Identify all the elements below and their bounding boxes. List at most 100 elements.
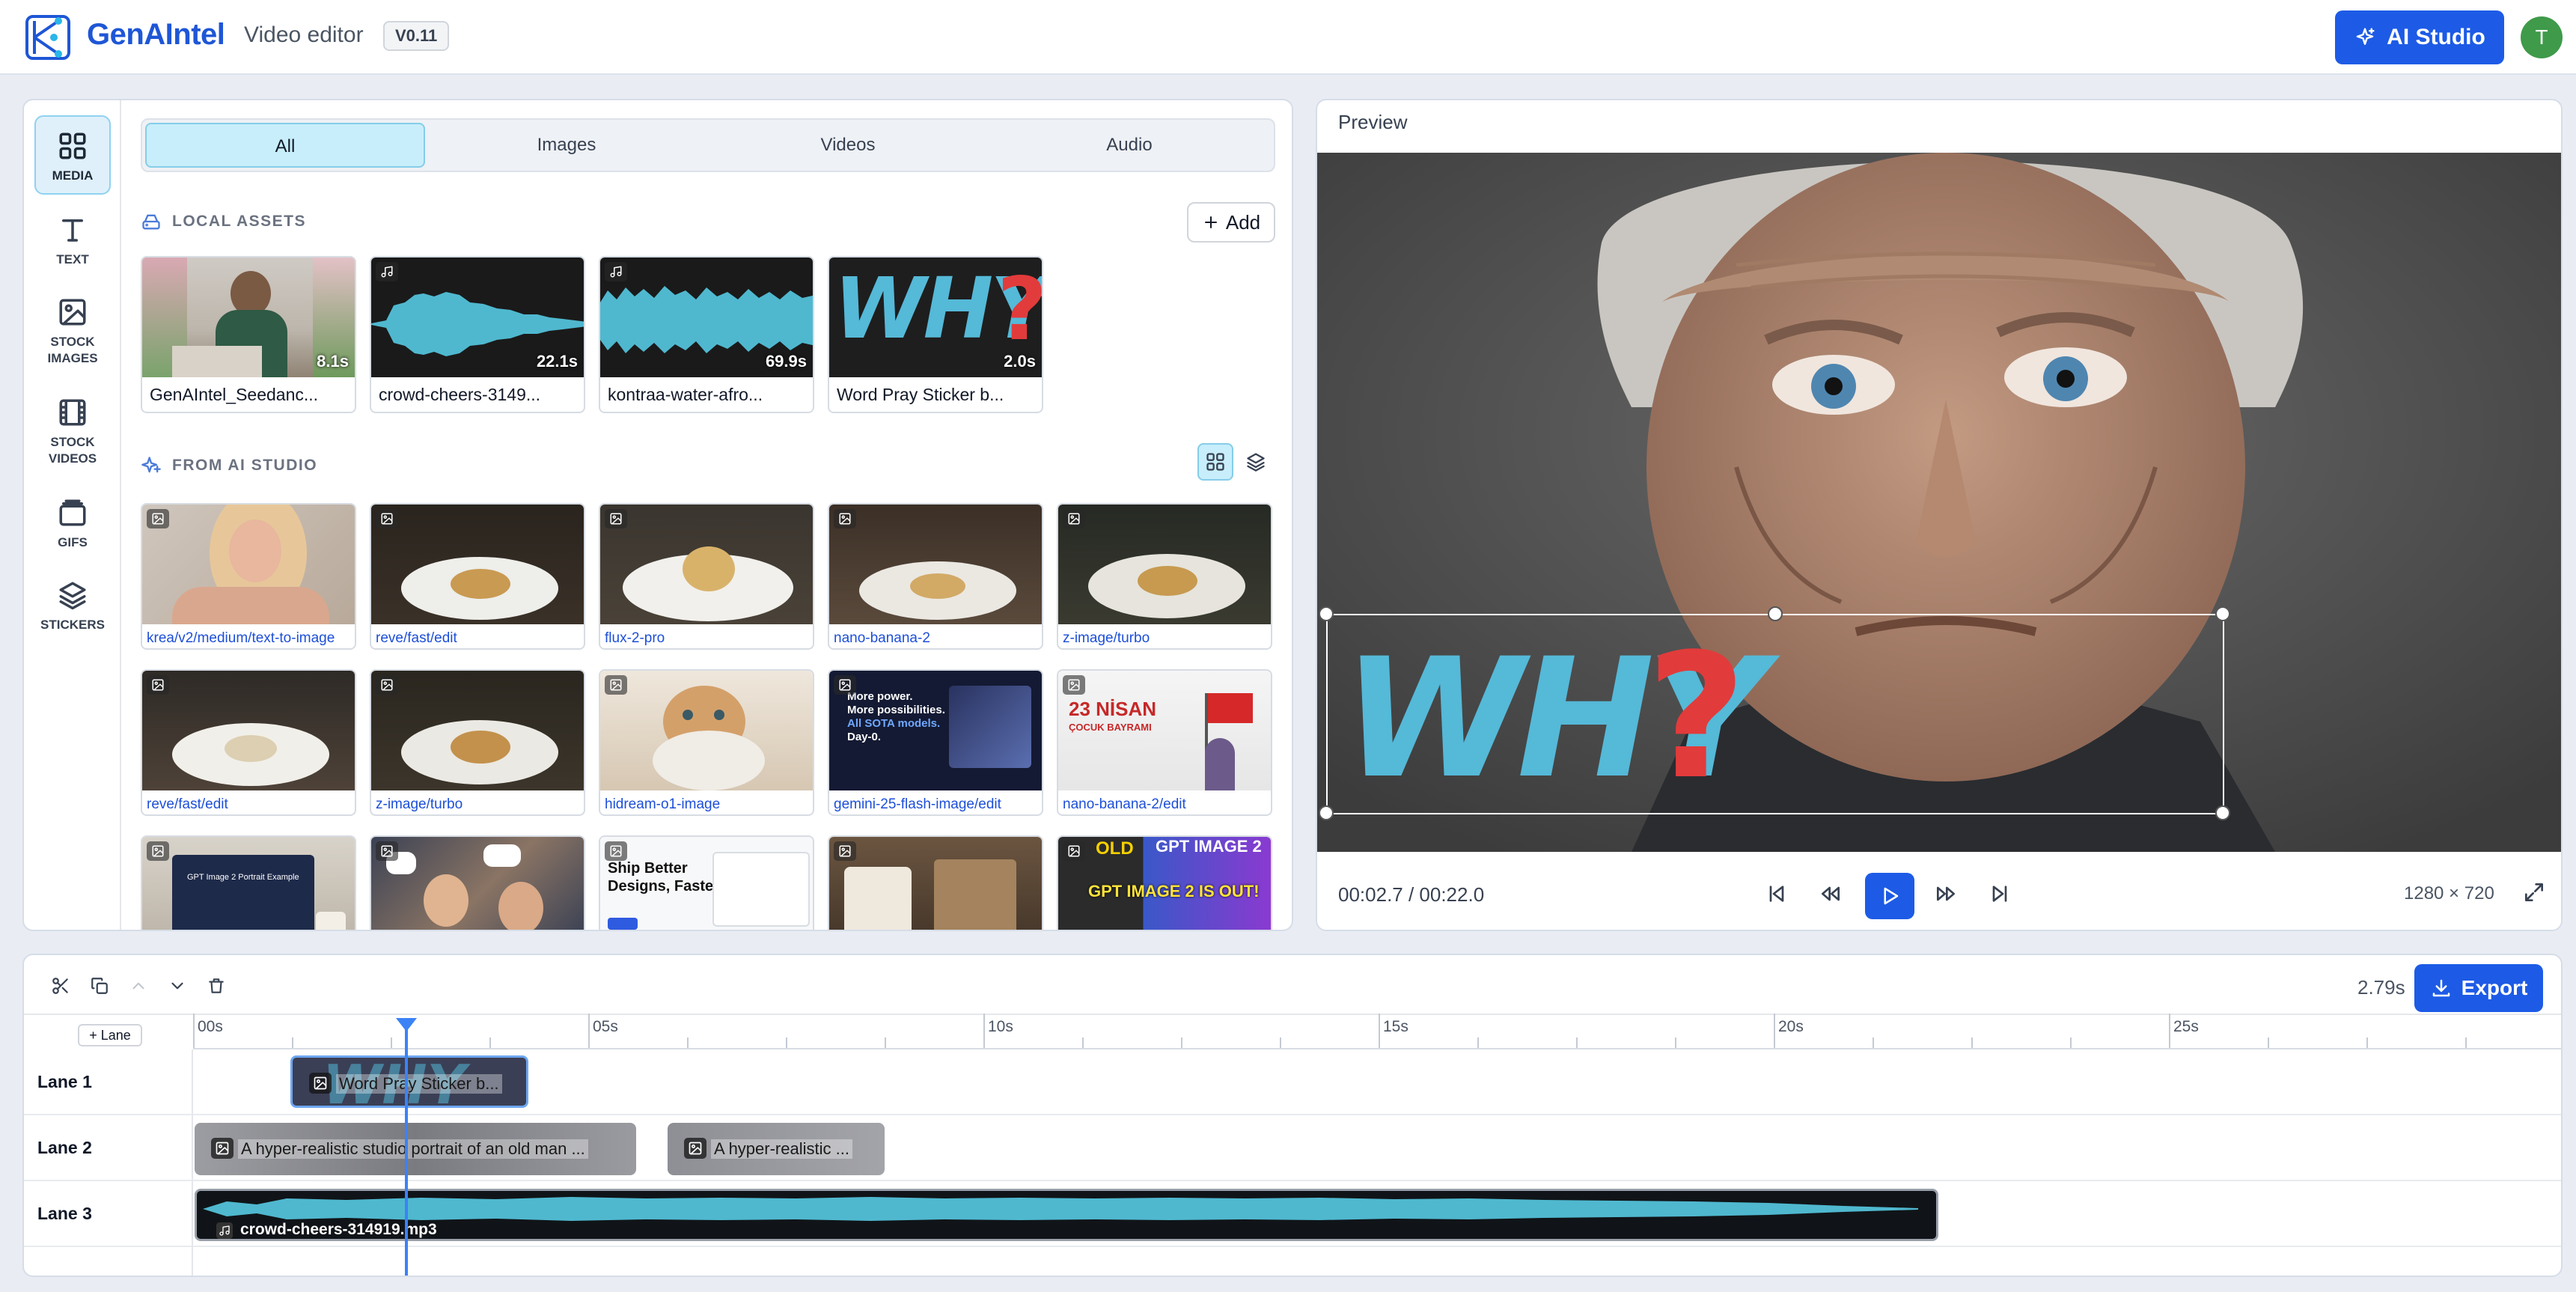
rail-item-stickers[interactable]: STICKERS [34, 573, 111, 641]
time-ruler: 00s 05s 10s 15s 20s 25s [193, 1014, 2561, 1049]
ai-asset-card[interactable]: More power. More possibilities. All SOTA… [828, 669, 1043, 816]
thumb-text: GPT IMAGE 2 IS OUT! [1088, 882, 1260, 901]
timeline-panel: 2.79s Export + Lane 00s 05s 10s 15s 20s … [22, 954, 2563, 1277]
skip-start-button[interactable] [1760, 877, 1793, 910]
clip-label: A hyper-realistic ... [711, 1139, 852, 1159]
skip-end-button[interactable] [1983, 877, 2016, 910]
tick-label: 20s [1778, 1018, 1804, 1035]
rail-item-stock-videos[interactable]: STOCK VIDEOS [34, 391, 111, 473]
ai-asset-card[interactable] [370, 835, 585, 930]
tab-audio[interactable]: Audio [989, 123, 1269, 168]
image-icon [605, 841, 627, 861]
ai-asset-card[interactable]: z-image/turbo [370, 669, 585, 816]
ai-asset-card[interactable]: 23 NİSAN ÇOCUK BAYRAMI nano-banana-2/edi… [1057, 669, 1272, 816]
ai-asset-card[interactable]: z-image/turbo [1057, 503, 1272, 650]
ai-asset-card[interactable]: Ship Better Designs, Faster. [599, 835, 814, 930]
audio-clip[interactable]: crowd-cheers-314919.mp3 [195, 1189, 1938, 1241]
asset-thumbnail [371, 671, 584, 790]
portrait-clip[interactable]: A hyper-realistic ... [668, 1123, 885, 1175]
resize-handle[interactable] [1319, 805, 1334, 820]
ai-asset-card[interactable]: reve/fast/edit [370, 503, 585, 650]
image-icon [834, 509, 856, 528]
copy-icon[interactable] [85, 972, 114, 1000]
thumb-text: Designs, Faster. [608, 878, 723, 895]
tab-videos[interactable]: Videos [708, 123, 988, 168]
trash-icon[interactable] [202, 972, 231, 1000]
local-asset-card[interactable]: 69.9s kontraa-water-afro... [599, 256, 814, 413]
ai-asset-card[interactable]: flux-2-pro [599, 503, 814, 650]
duration-label: 8.1s [317, 352, 349, 371]
fast-forward-button[interactable] [1929, 877, 1962, 910]
rail-item-media[interactable]: MEDIA [34, 115, 111, 195]
resize-handle[interactable] [2215, 606, 2230, 621]
rail-label: STOCK VIDEOS [48, 435, 97, 466]
rail-item-text[interactable]: TEXT [34, 208, 111, 275]
clip-label: crowd-cheers-314919.mp3 [239, 1221, 439, 1239]
app-subtitle: Video editor [244, 22, 364, 47]
add-lane-button[interactable]: + Lane [78, 1024, 142, 1046]
tab-all[interactable]: All [145, 123, 425, 168]
ai-asset-card[interactable]: GPT Image 2 Portrait Example [141, 835, 356, 930]
play-button[interactable] [1865, 873, 1914, 919]
ai-studio-label: AI Studio [2387, 25, 2485, 49]
fullscreen-icon[interactable] [2522, 880, 2546, 904]
portrait-clip[interactable]: A hyper-realistic studio portrait of an … [195, 1123, 636, 1175]
stack-view-button[interactable] [1238, 443, 1274, 481]
ai-asset-card[interactable]: OLD GPT IMAGE 2 GPT IMAGE 2 IS OUT! [1057, 835, 1272, 930]
text-icon [57, 214, 88, 246]
tab-images[interactable]: Images [427, 123, 706, 168]
lane-divider [192, 1049, 193, 1276]
playback-controls: 00:02.7 / 00:22.0 1280 × 720 [1317, 852, 2561, 930]
ai-asset-card[interactable]: hidream-o1-image [599, 669, 814, 816]
ai-asset-card[interactable]: krea/v2/medium/text-to-image [141, 503, 356, 650]
asset-thumbnail [371, 837, 584, 930]
model-label: flux-2-pro [605, 630, 665, 646]
ai-studio-button[interactable]: AI Studio [2335, 10, 2504, 64]
model-label: hidream-o1-image [605, 796, 721, 812]
brand-name: GenAIntel [87, 18, 225, 51]
genaintel-logo-icon [24, 13, 72, 61]
app-header: GenAIntel Video editor V0.11 AI Studio T [0, 0, 2576, 75]
ai-asset-card[interactable]: nano-banana-2 [828, 503, 1043, 650]
resize-handle[interactable] [1319, 606, 1334, 621]
layers-icon [1245, 451, 1266, 472]
add-asset-button[interactable]: Add [1187, 202, 1275, 243]
asset-thumbnail: WHY ? 2.0s [829, 258, 1042, 377]
local-assets-title: LOCAL ASSETS [172, 213, 307, 230]
grid-icon [57, 130, 88, 162]
tool-rail: MEDIA TEXT STOCK IMAGES STOCK VIDEOS GIF… [24, 100, 121, 930]
thumb-text: ÇOCUK BAYRAMI [1069, 722, 1152, 733]
asset-thumbnail [600, 505, 813, 624]
rewind-button[interactable] [1814, 877, 1847, 910]
resize-handle[interactable] [2215, 805, 2230, 820]
user-avatar[interactable]: T [2521, 16, 2563, 58]
move-down-icon[interactable] [163, 972, 192, 1000]
grid-icon [1205, 451, 1226, 472]
image-icon [1063, 509, 1085, 528]
playhead[interactable] [405, 1023, 409, 1276]
image-icon [684, 1138, 706, 1159]
asset-thumbnail: 23 NİSAN ÇOCUK BAYRAMI [1058, 671, 1271, 790]
image-icon [57, 296, 88, 328]
local-asset-card[interactable]: WHY ? 2.0s Word Pray Sticker b... [828, 256, 1043, 413]
ai-asset-card[interactable]: reve/fast/edit [141, 669, 356, 816]
resize-handle[interactable] [1768, 606, 1783, 621]
ai-asset-card[interactable] [828, 835, 1043, 930]
rail-label: MEDIA [52, 168, 94, 183]
image-icon [376, 841, 398, 861]
local-asset-card[interactable]: 8.1s GenAIntel_Seedanc... [141, 256, 356, 413]
resolution-label: 1280 × 720 [2404, 883, 2494, 904]
rail-item-gifs[interactable]: GIFS [34, 491, 111, 558]
selection-box[interactable] [1319, 606, 2230, 820]
export-button[interactable]: Export [2414, 964, 2543, 1012]
sticker-clip[interactable]: WHY Word Pray Sticker b... [290, 1055, 528, 1108]
asset-thumbnail: Ship Better Designs, Faster. [600, 837, 813, 930]
scissors-icon[interactable] [46, 972, 75, 1000]
view-toggle [1197, 443, 1275, 484]
grid-view-button[interactable] [1197, 443, 1233, 481]
rail-item-stock-images[interactable]: STOCK IMAGES [34, 290, 111, 373]
image-icon [147, 509, 169, 528]
move-up-icon[interactable] [124, 972, 153, 1000]
local-asset-card[interactable]: 22.1s crowd-cheers-3149... [370, 256, 585, 413]
preview-canvas[interactable]: WHY ? [1317, 153, 2561, 852]
